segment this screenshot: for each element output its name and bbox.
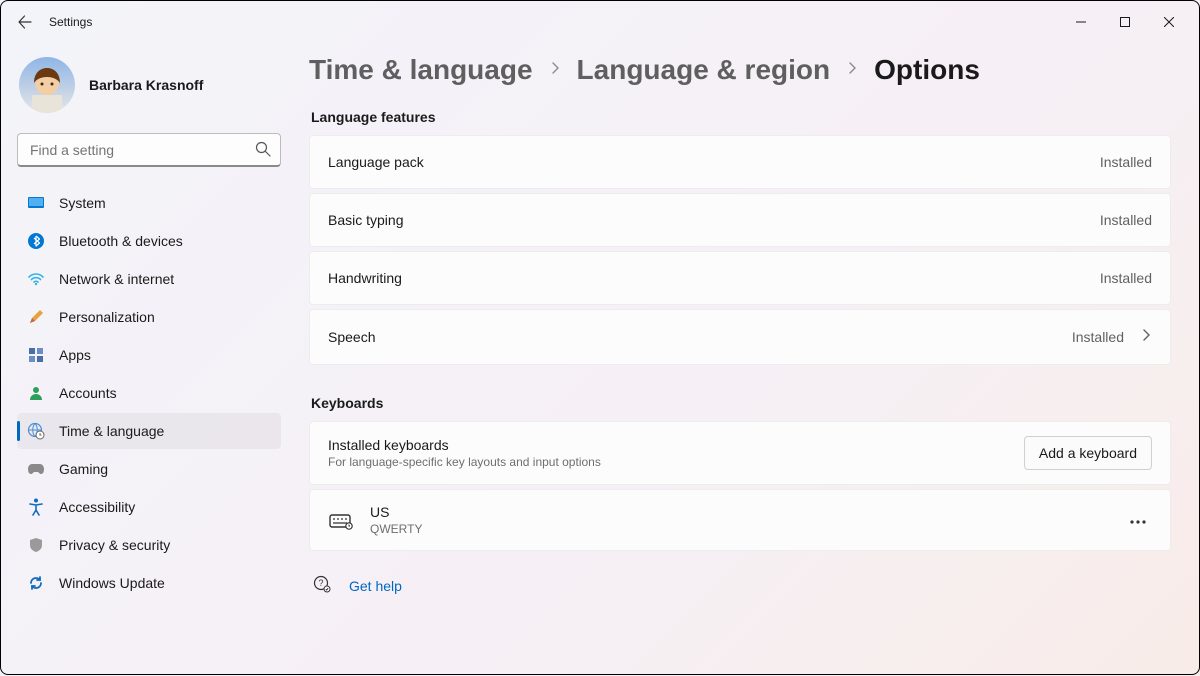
- sidebar-item-accessibility[interactable]: Accessibility: [17, 489, 281, 525]
- globe-clock-icon: [27, 422, 45, 440]
- avatar: [19, 57, 75, 113]
- status-badge: Installed: [1072, 329, 1124, 345]
- feature-row-handwriting[interactable]: Handwriting Installed: [309, 251, 1171, 305]
- sidebar-item-bluetooth[interactable]: Bluetooth & devices: [17, 223, 281, 259]
- add-keyboard-button[interactable]: Add a keyboard: [1024, 436, 1152, 470]
- feature-row-basic-typing[interactable]: Basic typing Installed: [309, 193, 1171, 247]
- sidebar-item-time-language[interactable]: Time & language: [17, 413, 281, 449]
- feature-label: Basic typing: [328, 212, 403, 228]
- sidebar-item-personalization[interactable]: Personalization: [17, 299, 281, 335]
- minimize-icon: [1076, 17, 1086, 27]
- sidebar-item-system[interactable]: System: [17, 185, 281, 221]
- keyboard-layout: QWERTY: [370, 522, 422, 536]
- titlebar: Settings: [1, 1, 1199, 43]
- close-button[interactable]: [1147, 7, 1191, 37]
- shield-icon: [27, 536, 45, 554]
- feature-label: Handwriting: [328, 270, 402, 286]
- installed-keyboards-title: Installed keyboards: [328, 437, 601, 453]
- installed-keyboards-header: Installed keyboards For language-specifi…: [309, 421, 1171, 485]
- section-title-keyboards: Keyboards: [311, 395, 1171, 411]
- person-icon: [27, 384, 45, 402]
- nav-label: Accounts: [59, 385, 117, 401]
- feature-row-language-pack[interactable]: Language pack Installed: [309, 135, 1171, 189]
- feature-row-speech[interactable]: Speech Installed: [309, 309, 1171, 365]
- sidebar-item-network[interactable]: Network & internet: [17, 261, 281, 297]
- svg-text:?: ?: [318, 578, 323, 588]
- minimize-button[interactable]: [1059, 7, 1103, 37]
- apps-icon: [27, 346, 45, 364]
- arrow-left-icon: [17, 14, 33, 30]
- accessibility-icon: [27, 498, 45, 516]
- sidebar-item-gaming[interactable]: Gaming: [17, 451, 281, 487]
- chevron-right-icon: [549, 60, 561, 79]
- system-icon: [27, 194, 45, 212]
- sidebar-item-apps[interactable]: Apps: [17, 337, 281, 373]
- nav-label: Apps: [59, 347, 91, 363]
- chevron-right-icon: [1140, 328, 1152, 346]
- breadcrumb-link-language-region[interactable]: Language & region: [577, 53, 831, 87]
- feature-label: Language pack: [328, 154, 424, 170]
- back-button[interactable]: [9, 6, 41, 38]
- nav-label: Windows Update: [59, 575, 165, 591]
- get-help-link[interactable]: Get help: [349, 578, 402, 594]
- search-input[interactable]: [17, 133, 281, 167]
- breadcrumb: Time & language Language & region Option…: [309, 53, 1171, 87]
- status-badge: Installed: [1100, 270, 1152, 286]
- paintbrush-icon: [27, 308, 45, 326]
- nav-label: Bluetooth & devices: [59, 233, 183, 249]
- maximize-icon: [1120, 17, 1130, 27]
- breadcrumb-link-time-language[interactable]: Time & language: [309, 53, 533, 87]
- keyboard-row[interactable]: US QWERTY: [309, 489, 1171, 551]
- chevron-right-icon: [846, 60, 858, 79]
- more-icon: [1130, 520, 1146, 524]
- update-icon: [27, 574, 45, 592]
- wifi-icon: [27, 270, 45, 288]
- profile[interactable]: Barbara Krasnoff: [17, 51, 281, 133]
- sidebar-item-update[interactable]: Windows Update: [17, 565, 281, 601]
- window-controls: [1059, 7, 1191, 37]
- bluetooth-icon: [27, 232, 45, 250]
- help-icon: ?: [313, 575, 331, 598]
- main-content: Time & language Language & region Option…: [297, 43, 1199, 676]
- nav-label: Accessibility: [59, 499, 135, 515]
- status-badge: Installed: [1100, 212, 1152, 228]
- window-title: Settings: [49, 15, 92, 29]
- nav: System Bluetooth & devices Network & int…: [17, 185, 281, 601]
- sidebar-item-accounts[interactable]: Accounts: [17, 375, 281, 411]
- gamepad-icon: [27, 460, 45, 478]
- section-title-language-features: Language features: [311, 109, 1171, 125]
- nav-label: System: [59, 195, 106, 211]
- nav-label: Privacy & security: [59, 537, 170, 553]
- nav-label: Personalization: [59, 309, 155, 325]
- nav-label: Network & internet: [59, 271, 174, 287]
- search-field: [17, 133, 281, 167]
- installed-keyboards-subtitle: For language-specific key layouts and in…: [328, 455, 601, 469]
- sidebar: Barbara Krasnoff System Bluetooth & devi…: [1, 43, 297, 676]
- keyboard-icon: [328, 510, 354, 530]
- keyboard-name: US: [370, 504, 422, 520]
- nav-label: Time & language: [59, 423, 164, 439]
- keyboard-more-button[interactable]: [1124, 505, 1152, 535]
- help-row: ? Get help: [309, 575, 1171, 598]
- maximize-button[interactable]: [1103, 7, 1147, 37]
- feature-label: Speech: [328, 329, 375, 345]
- breadcrumb-current: Options: [874, 53, 980, 87]
- sidebar-item-privacy[interactable]: Privacy & security: [17, 527, 281, 563]
- status-badge: Installed: [1100, 154, 1152, 170]
- close-icon: [1164, 17, 1174, 27]
- profile-name: Barbara Krasnoff: [89, 77, 203, 93]
- nav-label: Gaming: [59, 461, 108, 477]
